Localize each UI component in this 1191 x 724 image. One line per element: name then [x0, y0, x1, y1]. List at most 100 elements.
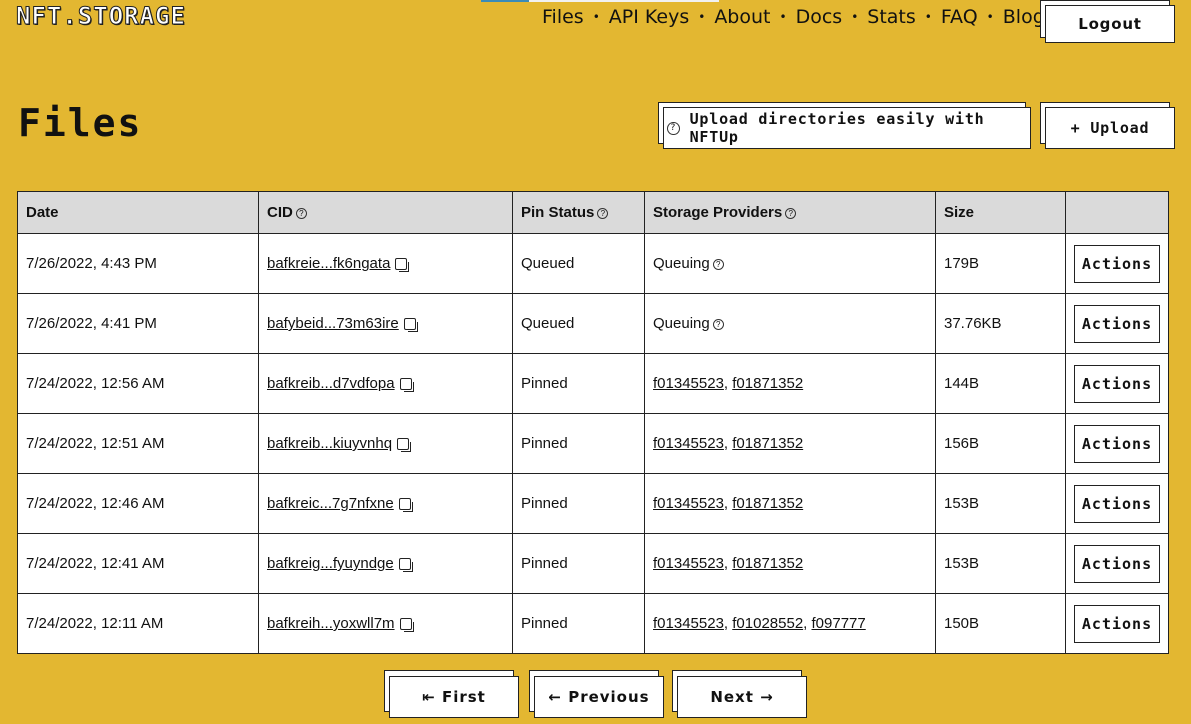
copy-icon[interactable]	[395, 258, 410, 272]
help-circle-icon[interactable]: ?	[597, 208, 609, 219]
provider-link[interactable]: f01345523	[653, 375, 724, 392]
nav-separator: •	[851, 10, 859, 24]
cid-link[interactable]: bafkreib...d7vdfopa	[267, 375, 395, 392]
column-header-actions	[1065, 191, 1169, 234]
copy-icon[interactable]	[398, 558, 413, 572]
provider-link[interactable]: f097777	[812, 615, 866, 632]
nftup-button[interactable]: ? Upload directories easily with NFTUp	[663, 107, 1031, 149]
provider-link[interactable]: f01345523	[653, 555, 724, 572]
previous-page-button[interactable]: ← Previous	[534, 676, 664, 718]
help-circle-icon: ?	[667, 121, 680, 135]
help-circle-icon[interactable]: ?	[785, 208, 797, 219]
help-circle-icon[interactable]: ?	[712, 259, 724, 270]
copy-icon[interactable]	[397, 438, 412, 452]
table-row: 7/24/2022, 12:46 AM bafkreic...7g7nfxne Pi…	[17, 473, 1169, 534]
cell-pin-status: Pinned	[512, 533, 645, 594]
actions-button[interactable]: Actions	[1074, 484, 1160, 523]
cell-storage-providers: f01345523, f01871352	[644, 533, 936, 594]
provider-link[interactable]: f01871352	[732, 435, 803, 452]
provider-separator: ,	[723, 555, 733, 572]
provider-link[interactable]: f01345523	[653, 495, 724, 512]
cell-pin-status: Pinned	[512, 593, 645, 654]
cell-pin-status: Pinned	[512, 413, 645, 474]
cell-size: 179B	[935, 233, 1066, 294]
provider-separator: ,	[723, 615, 733, 632]
provider-separator: ,	[723, 495, 733, 512]
cell-date: 7/26/2022, 4:43 PM	[17, 233, 259, 294]
cell-storage-providers: Queuing?	[644, 293, 936, 354]
cell-actions: Actions	[1065, 353, 1169, 414]
cid-link[interactable]: bafkreib...kiuyvnhq	[267, 435, 392, 452]
cell-actions: Actions	[1065, 533, 1169, 594]
cell-cid: bafkreig...fyuyndge	[258, 533, 513, 594]
cell-date: 7/26/2022, 4:41 PM	[17, 293, 259, 354]
first-page-button[interactable]: ⇤ First	[389, 676, 519, 718]
cell-actions: Actions	[1065, 413, 1169, 474]
provider-link[interactable]: f01345523	[653, 435, 724, 452]
actions-button[interactable]: Actions	[1074, 364, 1160, 403]
provider-link[interactable]: f01028552	[732, 615, 803, 632]
cid-link[interactable]: bafkreie...fk6ngata	[267, 255, 390, 272]
column-header-size: Size	[935, 191, 1066, 234]
top-strip-accent	[481, 0, 529, 2]
upload-button[interactable]: + Upload	[1045, 107, 1175, 149]
nav-api-keys[interactable]: API Keys	[609, 6, 689, 28]
cid-link[interactable]: bafkreig...fyuyndge	[267, 555, 394, 572]
provider-queuing-text: Queuing	[653, 315, 710, 332]
cell-storage-providers: f01345523, f01871352	[644, 353, 936, 414]
actions-button[interactable]: Actions	[1074, 424, 1160, 463]
column-header-storage-providers: Storage Providers?	[644, 191, 936, 234]
table-row: 7/24/2022, 12:11 AM bafkreih...yoxwll7m Pi…	[17, 593, 1169, 654]
nav-faq[interactable]: FAQ	[941, 6, 978, 28]
copy-icon[interactable]	[399, 378, 414, 392]
actions-button[interactable]: Actions	[1074, 244, 1160, 283]
table-header-row: Date CID? Pin Status? Storage Providers?…	[17, 191, 1169, 234]
nav-blog[interactable]: Blog	[1003, 6, 1045, 28]
actions-button[interactable]: Actions	[1074, 544, 1160, 583]
help-circle-icon[interactable]: ?	[295, 208, 307, 219]
nav-separator: •	[924, 10, 932, 24]
nav-files[interactable]: Files	[542, 6, 584, 28]
actions-button[interactable]: Actions	[1074, 304, 1160, 343]
cid-link[interactable]: bafkreic...7g7nfxne	[267, 495, 394, 512]
provider-link[interactable]: f01345523	[653, 615, 724, 632]
cell-actions: Actions	[1065, 473, 1169, 534]
table-row: 7/24/2022, 12:56 AM bafkreib...d7vdfopa Pi…	[17, 353, 1169, 414]
nav-about[interactable]: About	[714, 6, 770, 28]
cell-date: 7/24/2022, 12:51 AM	[17, 413, 259, 474]
cid-link[interactable]: bafybeid...73m63ire	[267, 315, 399, 332]
copy-icon[interactable]	[398, 498, 413, 512]
nav-stats[interactable]: Stats	[867, 6, 916, 28]
top-strip-light	[529, 0, 719, 2]
logout-button[interactable]: Logout	[1045, 5, 1175, 43]
column-header-pin-status: Pin Status?	[512, 191, 645, 234]
cell-pin-status: Queued	[512, 233, 645, 294]
cell-actions: Actions	[1065, 293, 1169, 354]
next-page-button[interactable]: Next →	[677, 676, 807, 718]
help-circle-icon[interactable]: ?	[712, 319, 724, 330]
cid-link[interactable]: bafkreih...yoxwll7m	[267, 615, 395, 632]
logo[interactable]: NFT.STORAGE	[16, 2, 186, 31]
cell-size: 153B	[935, 473, 1066, 534]
cell-cid: bafkreic...7g7nfxne	[258, 473, 513, 534]
cell-storage-providers: f01345523, f01871352	[644, 473, 936, 534]
provider-link[interactable]: f01871352	[732, 375, 803, 392]
page-title: Files	[18, 101, 143, 145]
copy-icon[interactable]	[403, 318, 418, 332]
copy-icon[interactable]	[399, 618, 414, 632]
provider-queuing-text: Queuing	[653, 255, 710, 272]
provider-link[interactable]: f01871352	[732, 495, 803, 512]
actions-button[interactable]: Actions	[1074, 604, 1160, 643]
cell-size: 144B	[935, 353, 1066, 414]
cell-cid: bafkreib...kiuyvnhq	[258, 413, 513, 474]
cell-storage-providers: f01345523, f01028552, f097777	[644, 593, 936, 654]
cell-size: 156B	[935, 413, 1066, 474]
cell-cid: bafkreih...yoxwll7m	[258, 593, 513, 654]
provider-link[interactable]: f01871352	[732, 555, 803, 572]
cell-storage-providers: f01345523, f01871352	[644, 413, 936, 474]
nav-separator: •	[986, 10, 994, 24]
provider-separator: ,	[723, 435, 733, 452]
nav-docs[interactable]: Docs	[796, 6, 843, 28]
cell-date: 7/24/2022, 12:11 AM	[17, 593, 259, 654]
cell-date: 7/24/2022, 12:41 AM	[17, 533, 259, 594]
